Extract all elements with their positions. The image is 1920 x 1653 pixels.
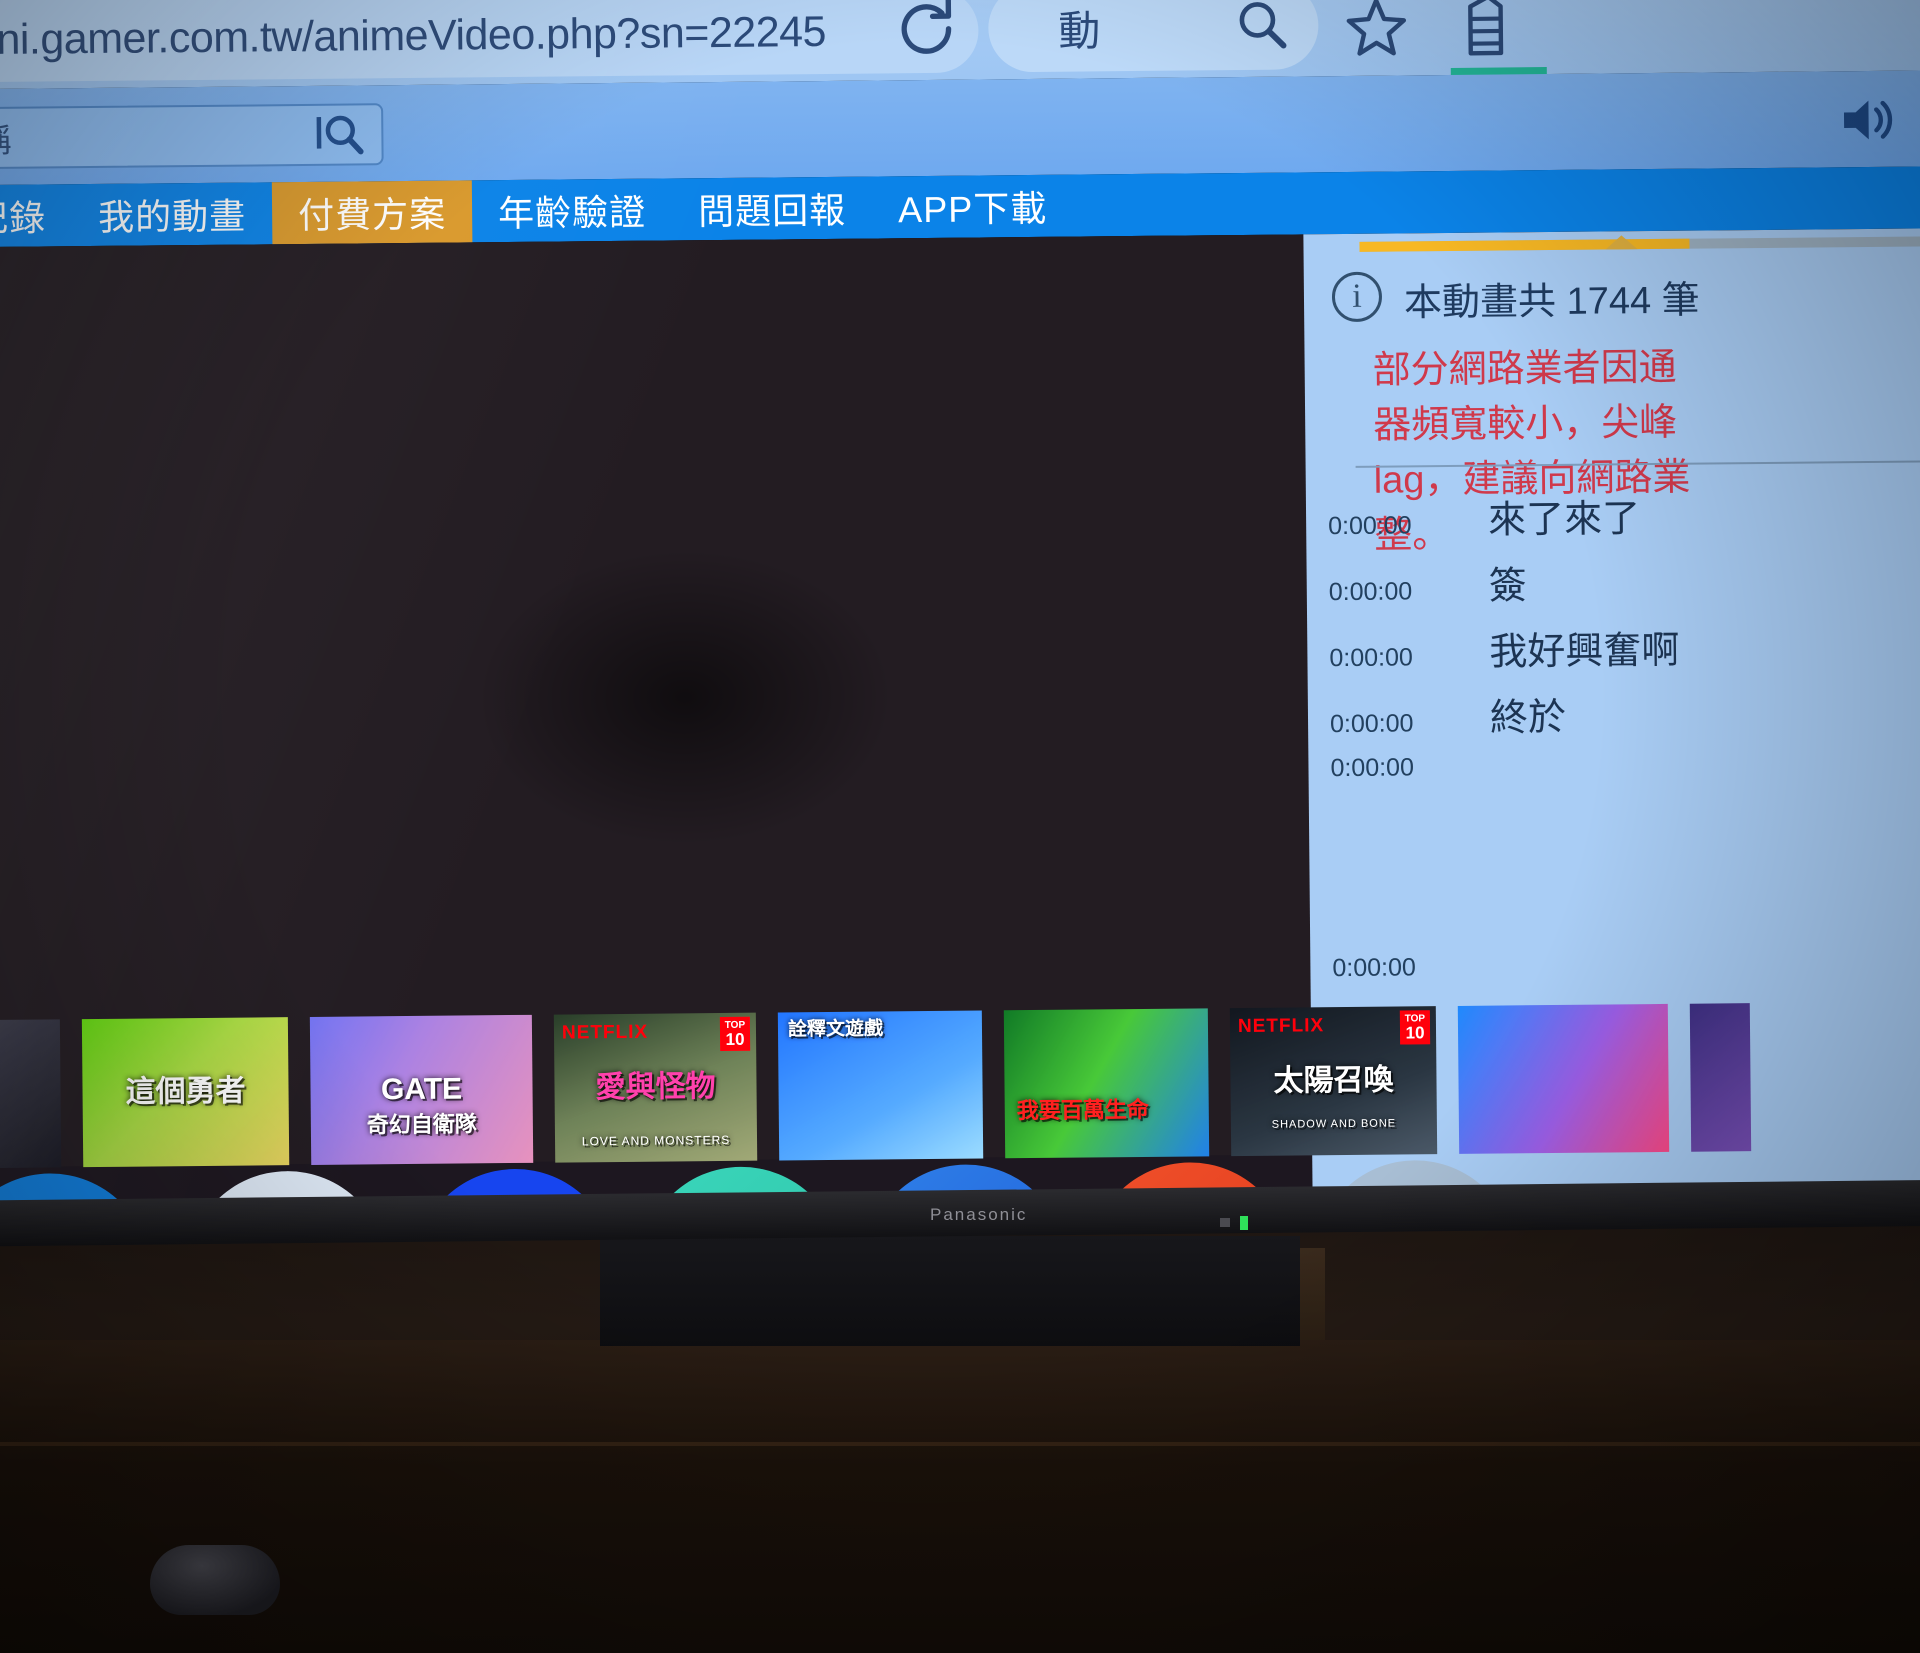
comment-row[interactable]: 0:00:00 我好興奮啊 [1307,616,1920,688]
comment-row[interactable]: 0:00:00 簽 [1306,550,1920,622]
reload-icon[interactable] [888,0,965,67]
comment-count-text: 本動畫共 1744 筆 [1403,279,1700,325]
toolbar-search-box[interactable]: 動 [987,0,1319,73]
comment-row[interactable]: 0:00:00 終於 [1308,682,1920,754]
thumbnail-title: 我要百萬生命 [1016,1096,1149,1124]
carousel-thumbnail[interactable]: NETFLIX TOP 10 太陽召喚 SHADOW AND BONE [1229,1006,1438,1157]
top10-badge: TOP 10 [719,1016,751,1052]
bookmark-list-icon[interactable] [1440,0,1537,72]
thumbnail-subtitle: LOVE AND MONSTERS [581,1133,731,1149]
carousel-thumbnail[interactable]: 這個勇者 [81,1017,290,1168]
carousel-thumbnail[interactable]: NETFLIX TOP 10 愛與怪物 LOVE AND MONSTERS [553,1012,758,1163]
carousel-thumbnail[interactable] [0,1019,62,1168]
tv-power-led [1240,1216,1248,1230]
comment-timestamp: 0:00:00 [1329,643,1413,673]
netflix-badge: NETFLIX [1237,1015,1325,1038]
search-input-placeholder: 名稱 [0,121,12,160]
nav-item-label: 記錄 [0,197,47,240]
thumbnail-subtitle: SHADOW AND BONE [1271,1117,1397,1132]
nav-item-age-verification[interactable]: 年齡驗證 [472,178,673,242]
thumbnail-title: 愛與怪物 [595,1070,716,1105]
panel-info-row: i 本動畫共 1744 筆 [1331,266,1920,327]
comment-timestamp: 0:00:00 [1332,953,1416,983]
panel-scrollbar[interactable] [1359,235,1920,252]
info-icon: i [1331,271,1383,323]
comment-timestamp: 0:00:00 [1328,511,1412,541]
content-carousel[interactable]: 這個勇者 GATE 奇幻自衛隊 NETFLIX TOP 10 愛與怪物 LOVE … [0,1001,1752,1174]
comment-timestamp: 0:00:00 [1328,577,1413,607]
comment-timestamp: 0:00:00 [1329,709,1414,739]
computer-mouse [150,1545,280,1615]
nav-item-history[interactable]: 記錄 [0,184,72,247]
nav-item-label: 年齡驗證 [497,191,647,235]
nav-item-report-issue[interactable]: 問題回報 [672,177,873,241]
nav-item-app-download[interactable]: APP下載 [872,175,1074,239]
carousel-thumbnail[interactable]: GATE 奇幻自衛隊 [309,1014,534,1165]
thumbnail-title: 詮釋文遊戲 [787,1018,884,1041]
desk-surface [0,1340,1920,1653]
comment-row[interactable]: 0:00:00 [1310,948,1920,1008]
nav-item-my-anime[interactable]: 我的動畫 [72,182,273,246]
comment-body: 簽 [1488,565,1527,608]
search-icon[interactable] [1230,0,1293,60]
thumbnail-title: GATE [380,1072,463,1107]
nav-item-label: APP下載 [897,187,1048,231]
address-bar-url: ni.gamer.com.tw/animeVideo.php?sn=22245 [0,7,827,64]
tv-sensor [1220,1218,1230,1227]
site-search-row: 名稱 [0,70,1920,185]
toolbar-search-keyword: 動 [1058,6,1101,55]
comment-body: 終於 [1489,696,1567,740]
carousel-thumbnail[interactable]: 詮釋文遊戲 [777,1010,984,1161]
tv-photo: ni.gamer.com.tw/animeVideo.php?sn=22245 … [0,0,1920,1653]
comment-row[interactable]: 0:00:00 [1308,748,1920,954]
carousel-thumbnail[interactable] [1457,1003,1670,1154]
comment-list[interactable]: 0:00:00 來了來了 0:00:00 簽 0:00:00 我好興奮啊 0:0… [1306,484,1920,1074]
carousel-thumbnail[interactable] [1689,1003,1752,1152]
tv-screen: ni.gamer.com.tw/animeVideo.php?sn=22245 … [0,0,1920,1204]
nav-item-label: 付費方案 [297,193,447,237]
carousel-thumbnail[interactable]: 我要百萬生命 [1003,1008,1210,1159]
search-icon[interactable] [313,105,368,165]
thumbnail-subtitle: 奇幻自衛隊 [366,1111,477,1138]
top10-badge: TOP 10 [1399,1010,1431,1045]
comment-timestamp: 0:00:00 [1330,753,1415,783]
speaker-icon[interactable] [1835,89,1900,152]
address-bar[interactable]: ni.gamer.com.tw/animeVideo.php?sn=22245 [0,0,979,83]
nav-item-paid-plans[interactable]: 付費方案 [271,180,473,245]
comment-body: 我好興奮啊 [1489,629,1680,674]
comment-row[interactable]: 0:00:00 來了來了 [1306,484,1920,556]
star-icon[interactable] [1328,0,1425,73]
tv-brand-logo: Panasonic [930,1205,1028,1224]
comment-body: 來了來了 [1487,498,1641,542]
desk-edge [0,1442,1920,1446]
nav-item-label: 問題回報 [697,189,847,233]
nav-item-label: 我的動畫 [97,195,247,238]
search-input[interactable]: 名稱 [0,103,384,170]
thumbnail-title: 這個勇者 [125,1074,246,1109]
panel-scrollbar-thumb[interactable] [1359,238,1690,252]
tv-stand [600,1236,1300,1346]
panel-caret-icon [1605,235,1638,250]
thumbnail-title: 太陽召喚 [1273,1063,1394,1098]
netflix-badge: NETFLIX [561,1021,649,1044]
